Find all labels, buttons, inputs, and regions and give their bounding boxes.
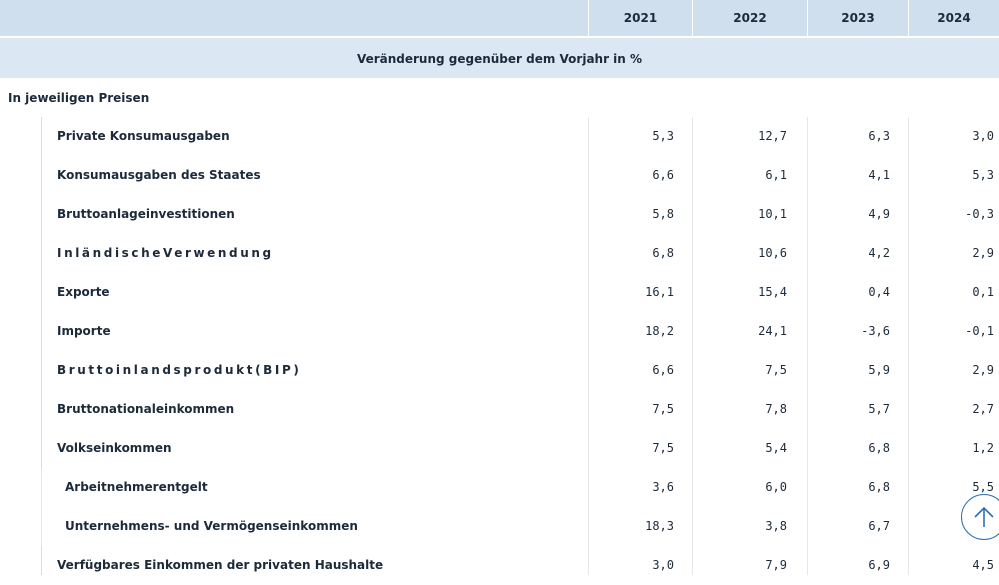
table-row: Unternehmens- und Vermögenseinkommen 18,… [0,507,999,546]
row-label: InländischeVerwendung [57,246,274,260]
cell-2022: 7,8 [765,402,787,416]
cell-2022: 7,5 [765,363,787,377]
cell-2021: 18,2 [645,324,674,338]
cell-2022: 3,8 [765,519,787,533]
year-header-2023: 2023 [807,0,908,36]
table-row: InländischeVerwendung 6,8 10,6 4,2 2,9 [0,234,999,273]
cell-2021: 5,8 [652,207,674,221]
cell-2022: 10,6 [758,246,787,260]
year-header-2021: 2021 [588,0,692,36]
cell-2023: 6,8 [868,441,890,455]
row-label: Importe [57,324,111,338]
cell-2022: 7,9 [765,558,787,572]
cell-2022: 15,4 [758,285,787,299]
cell-2022: 10,1 [758,207,787,221]
cell-2024: 1,2 [972,441,994,455]
cell-2023: -3,6 [861,324,890,338]
table-row: Verfügbares Einkommen der privaten Haush… [0,546,999,585]
row-label: Verfügbares Einkommen der privaten Haush… [57,558,384,572]
cell-2021: 18,3 [645,519,674,533]
scroll-to-top-button[interactable] [961,494,999,540]
table-row: Konsumausgaben des Staates 6,6 6,1 4,1 5… [0,156,999,195]
header-label-cell [0,0,588,36]
cell-2021: 6,6 [652,168,674,182]
row-label: Volkseinkommen [57,441,172,455]
table-subheader: Veränderung gegenüber dem Vorjahr in % [0,36,999,78]
cell-2021: 3,6 [652,480,674,494]
cell-2023: 4,1 [868,168,890,182]
cell-2024: 0,1 [972,285,994,299]
cell-2024: -0,3 [965,207,994,221]
cell-2023: 6,8 [868,480,890,494]
table-row: Private Konsumausgaben 5,3 12,7 6,3 3,0 [0,117,999,156]
cell-2023: 5,7 [868,402,890,416]
cell-2021: 5,3 [652,129,674,143]
table-row: Arbeitnehmerentgelt 3,6 6,0 6,8 5,5 [0,468,999,507]
cell-2024: 2,9 [972,246,994,260]
cell-2023: 6,3 [868,129,890,143]
cell-2023: 4,2 [868,246,890,260]
cell-2022: 6,1 [765,168,787,182]
arrow-up-icon [974,506,994,527]
table-header: 2021 2022 2023 2024 [0,0,999,36]
cell-2022: 12,7 [758,129,787,143]
row-label: Exporte [57,285,110,299]
cell-2024: -0,1 [965,324,994,338]
row-label: Unternehmens- und Vermögenseinkommen [65,519,358,533]
year-header-2022: 2022 [692,0,807,36]
cell-2021: 7,5 [652,402,674,416]
cell-2023: 6,7 [868,519,890,533]
table-row: Importe 18,2 24,1 -3,6 -0,1 [0,312,999,351]
table-row: Bruttoinlandsprodukt(BIP) 6,6 7,5 5,9 2,… [0,351,999,390]
table-row: Exporte 16,1 15,4 0,4 0,1 [0,273,999,312]
cell-2023: 4,9 [868,207,890,221]
row-label: Bruttoanlageinvestitionen [57,207,235,221]
table-row: Volkseinkommen 7,5 5,4 6,8 1,2 [0,429,999,468]
cell-2021: 3,0 [652,558,674,572]
cell-2021: 16,1 [645,285,674,299]
cell-2022: 6,0 [765,480,787,494]
cell-2023: 0,4 [868,285,890,299]
row-label: Konsumausgaben des Staates [57,168,261,182]
year-header-2024: 2024 [908,0,999,36]
cell-2023: 5,9 [868,363,890,377]
cell-2023: 6,9 [868,558,890,572]
cell-2024: 2,9 [972,363,994,377]
row-label: Private Konsumausgaben [57,129,230,143]
cell-2024: 2,7 [972,402,994,416]
cell-2021: 6,6 [652,363,674,377]
cell-2024: 5,3 [972,168,994,182]
row-label: Arbeitnehmerentgelt [65,480,208,494]
cell-2022: 24,1 [758,324,787,338]
cell-2024: 3,0 [972,129,994,143]
cell-2021: 6,8 [652,246,674,260]
row-label: Bruttoinlandsprodukt(BIP) [57,363,302,377]
table-row: Bruttonationaleinkommen 7,5 7,8 5,7 2,7 [0,390,999,429]
cell-2024: 4,5 [972,558,994,572]
table-row: Bruttoanlageinvestitionen 5,8 10,1 4,9 -… [0,195,999,234]
section-title: In jeweiligen Preisen [8,91,150,105]
cell-2022: 5,4 [765,441,787,455]
row-label: Bruttonationaleinkommen [57,402,235,416]
cell-2021: 7,5 [652,441,674,455]
